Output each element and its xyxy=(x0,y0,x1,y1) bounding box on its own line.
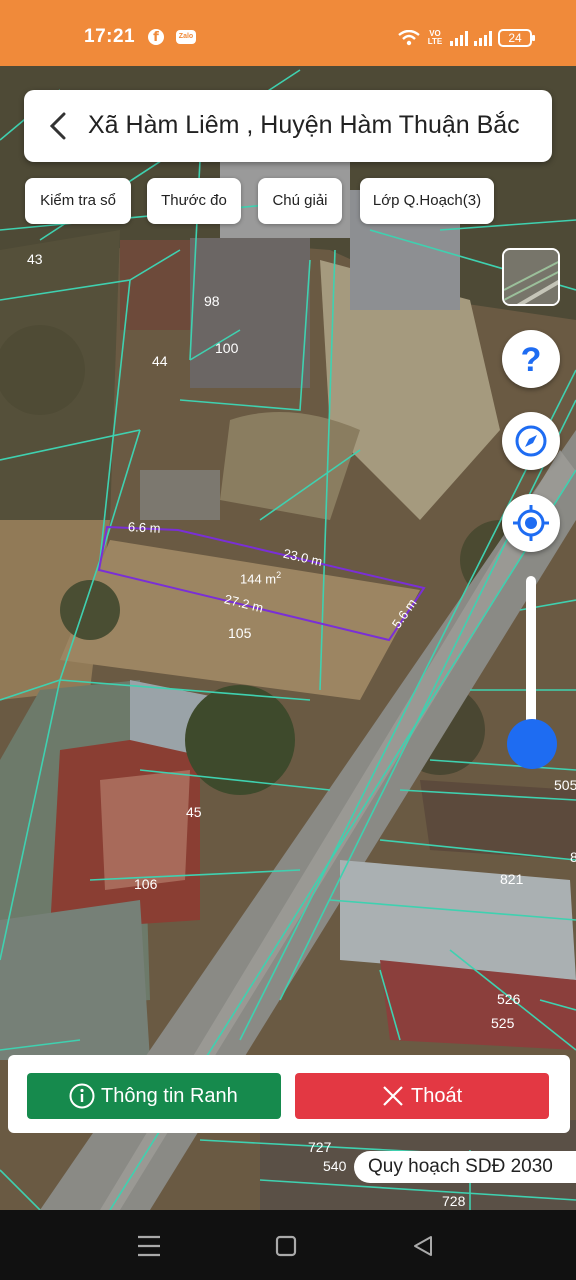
zalo-icon: Zalo xyxy=(176,30,196,44)
satellite-imagery xyxy=(0,66,576,1210)
help-icon: ? xyxy=(521,341,542,379)
exit-button[interactable]: Thoát xyxy=(295,1073,549,1119)
location-header: Xã Hàm Liêm , Huyện Hàm Thuận Bắc xyxy=(24,90,552,162)
zoom-slider-handle[interactable] xyxy=(507,719,557,769)
parcel-label: 821 xyxy=(500,871,524,887)
back-nav-icon[interactable] xyxy=(411,1234,435,1258)
page-title: Xã Hàm Liêm , Huyện Hàm Thuận Bắc xyxy=(88,111,520,139)
parcel-label: 505 xyxy=(554,777,576,793)
layer-thumbnail[interactable] xyxy=(502,248,560,306)
action-panel: Thông tin Ranh Thoát xyxy=(8,1055,570,1133)
map-view[interactable]: 6.6 m 23.0 m 144 m2 27.2 m 5.6 m 43 98 1… xyxy=(0,66,576,1210)
measure-area-unit: 2 xyxy=(276,570,282,580)
ruler-button[interactable]: Thước đo xyxy=(147,178,241,224)
status-indicators: VO LTE 24 xyxy=(398,28,535,48)
parcel-label: 8 xyxy=(570,849,576,865)
menu-icon[interactable] xyxy=(136,1234,162,1258)
parcel-label: 100 xyxy=(215,340,239,356)
close-icon xyxy=(383,1086,403,1106)
system-nav-bar xyxy=(0,1210,576,1280)
svg-text:?: ? xyxy=(521,341,542,379)
measure-area-value: 144 m xyxy=(240,571,277,587)
status-time: 17:21 xyxy=(84,26,136,47)
home-icon[interactable] xyxy=(274,1234,298,1258)
boundary-info-button[interactable]: Thông tin Ranh xyxy=(27,1073,281,1119)
info-icon xyxy=(69,1083,95,1109)
locate-button[interactable] xyxy=(502,494,560,552)
signal-icon xyxy=(450,30,468,46)
parcel-label: 727 xyxy=(308,1139,332,1155)
map-layer-icon xyxy=(504,250,558,304)
exit-label: Thoát xyxy=(411,1085,463,1107)
parcel-label: 105 xyxy=(228,625,252,641)
parcel-label: 98 xyxy=(204,293,220,309)
facebook-icon: f xyxy=(148,29,164,45)
wifi-icon xyxy=(398,30,420,46)
check-book-button[interactable]: Kiểm tra sổ xyxy=(25,178,131,224)
battery-icon: 24 xyxy=(498,29,535,47)
parcel-label: 728 xyxy=(442,1193,466,1209)
volte-icon: VO LTE xyxy=(427,29,443,46)
parcel-label: 43 xyxy=(27,251,43,267)
help-button[interactable]: ? xyxy=(502,330,560,388)
status-bar: 17:21 f Zalo VO LTE 24 xyxy=(0,0,576,66)
measure-label-top-left: 6.6 m xyxy=(127,519,161,536)
legend-button[interactable]: Chú giải xyxy=(258,178,342,224)
compass-button[interactable] xyxy=(502,412,560,470)
planning-layer-button[interactable]: Lớp Q.Hoạch(3) xyxy=(360,178,494,224)
boundary-info-label: Thông tin Ranh xyxy=(101,1085,238,1107)
parcel-label: 106 xyxy=(134,876,158,892)
parcel-label: 44 xyxy=(152,353,168,369)
measure-area-label: 144 m2 xyxy=(240,570,281,586)
compass-icon xyxy=(515,425,547,457)
parcel-label: 526 xyxy=(497,991,521,1007)
parcel-label: 45 xyxy=(186,804,202,820)
parcel-label: 525 xyxy=(491,1015,515,1031)
planning-layer-label[interactable]: Quy hoạch SDĐ 2030 xyxy=(354,1151,576,1183)
battery-level: 24 xyxy=(508,31,522,45)
back-icon[interactable] xyxy=(38,106,78,146)
signal-icon xyxy=(474,30,492,46)
locate-icon xyxy=(513,505,549,541)
parcel-label: 540 xyxy=(323,1158,347,1174)
